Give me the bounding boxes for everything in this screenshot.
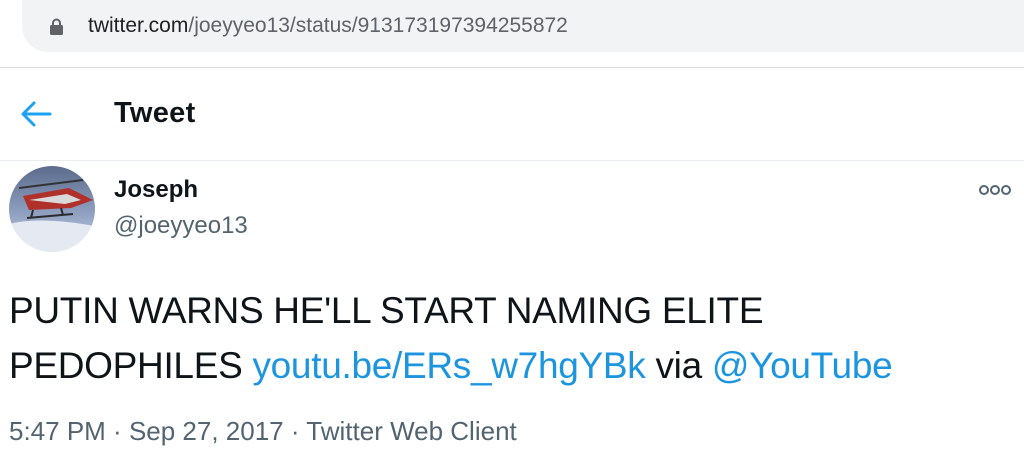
tweet-mention[interactable]: @YouTube <box>712 345 893 386</box>
page-title: Tweet <box>114 97 196 129</box>
tweet-time[interactable]: 5:47 PM <box>9 416 106 446</box>
lock-icon[interactable] <box>50 18 63 35</box>
avatar[interactable] <box>9 166 95 252</box>
meta-separator: · <box>283 416 307 446</box>
tweet-client[interactable]: Twitter Web Client <box>306 416 516 446</box>
tweet-link[interactable]: youtu.be/ERs_w7hgYBk <box>252 345 645 386</box>
address-bar[interactable]: twitter.com/joeyyeo13/status/91317319739… <box>22 0 1024 52</box>
author-display-name[interactable]: Joseph <box>114 176 198 204</box>
tweet-text-via: via <box>645 345 712 386</box>
more-horizontal-icon[interactable] <box>978 183 1012 197</box>
url-host: twitter.com <box>88 14 189 37</box>
toolbar-divider <box>0 67 1024 68</box>
arrow-left-icon[interactable] <box>20 99 52 129</box>
header-divider <box>0 160 1024 161</box>
url-text[interactable]: twitter.com/joeyyeo13/status/91317319739… <box>88 13 568 39</box>
tweet-date[interactable]: Sep 27, 2017 <box>129 416 284 446</box>
tweet-text: PUTIN WARNS HE'LL START NAMING ELITE PED… <box>9 283 1009 393</box>
tweet-meta: 5:47 PM · Sep 27, 2017 · Twitter Web Cli… <box>9 416 517 447</box>
tweet-text-line-2: PEDOPHILES youtu.be/ERs_w7hgYBk via @You… <box>9 338 1009 393</box>
avatar-image <box>9 166 95 252</box>
tweet-text-prefix: PEDOPHILES <box>9 345 253 386</box>
url-path: /joeyyeo13/status/913173197394255872 <box>188 14 568 37</box>
meta-separator: · <box>105 416 129 446</box>
tweet-text-line-1: PUTIN WARNS HE'LL START NAMING ELITE <box>9 290 764 331</box>
page: twitter.com/joeyyeo13/status/91317319739… <box>0 0 1024 464</box>
author-handle[interactable]: @joeyyeo13 <box>114 212 248 240</box>
